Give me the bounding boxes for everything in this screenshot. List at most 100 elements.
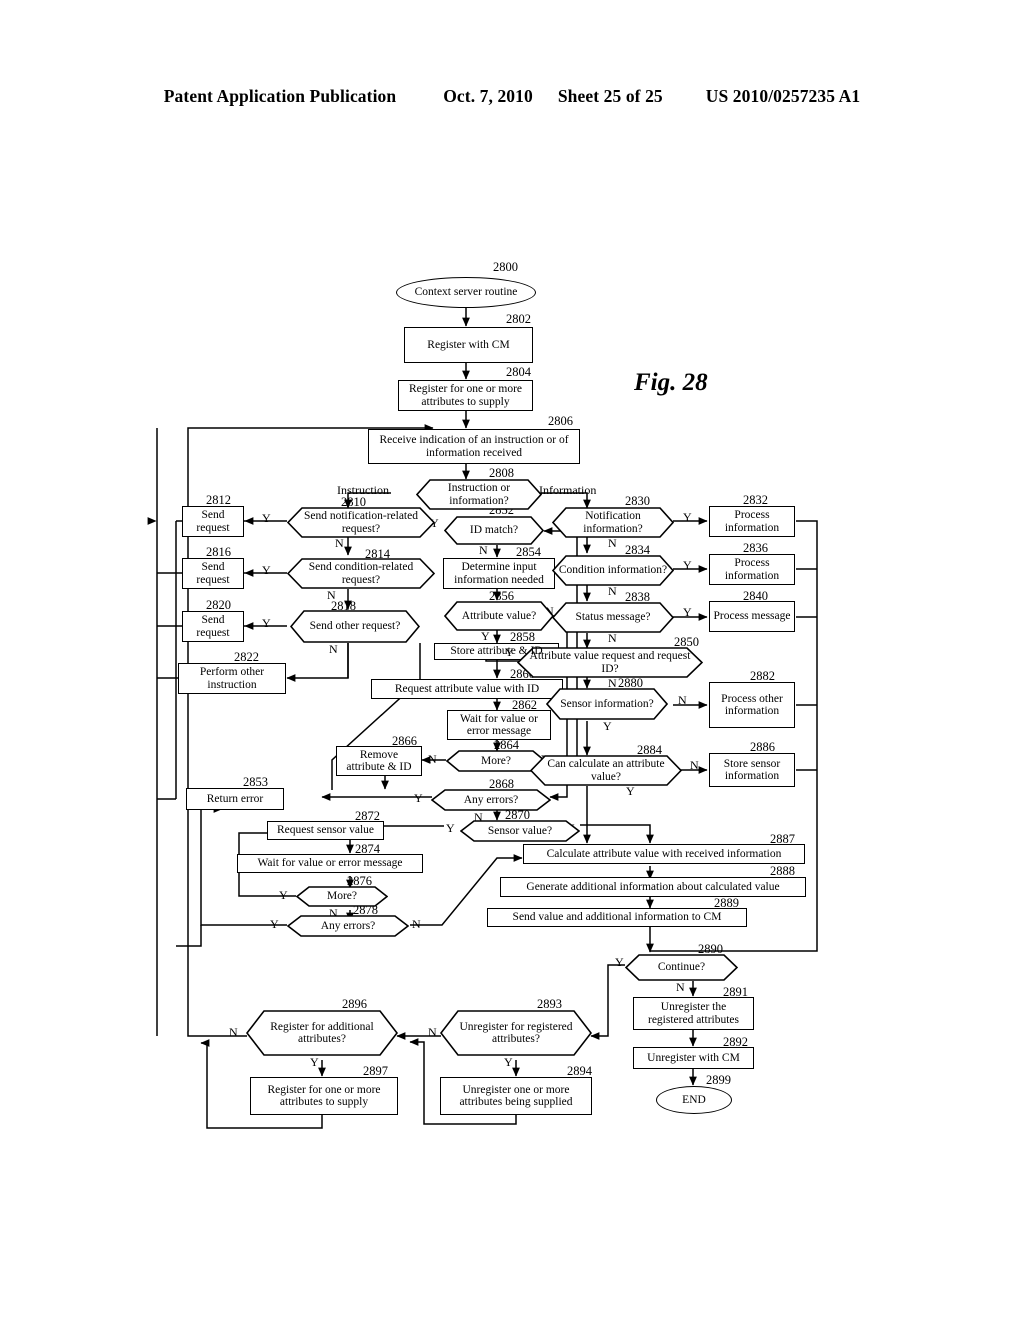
node-2810[interactable]: Send notification-related request? [286,507,436,538]
node-2896-label: Register for additional attributes? [270,1020,374,1045]
node-2838[interactable]: Status message? [551,602,675,633]
yn-2830-yes: Y [683,510,692,524]
node-2862[interactable]: Wait for value or error message [447,710,551,740]
node-2832[interactable]: Process information [709,506,795,537]
node-2899-label: END [682,1093,706,1106]
node-2802[interactable]: Register with CM [404,327,533,363]
node-2878[interactable]: Any errors? [286,915,410,937]
node-2812[interactable]: Send request [182,506,244,537]
yn-2884-yes: Y [626,784,635,798]
node-2854[interactable]: Determine input information needed [443,558,555,589]
node-2889[interactable]: Send value and additional information to… [487,908,747,927]
yn-2830-no: N [608,536,617,550]
node-2872[interactable]: Request sensor value [267,821,384,840]
node-2840-label: Process message [713,610,791,623]
node-2830[interactable]: Notification information? [551,507,675,538]
node-2889-label: Send value and additional information to… [512,911,722,924]
node-2870[interactable]: Sensor value? [459,820,581,842]
ref-2836: 2836 [743,541,768,555]
node-2820[interactable]: Send request [182,611,244,642]
yn-2856-yes: Y [481,629,490,643]
yn-2818-no: N [329,642,338,656]
ref-2892: 2892 [723,1035,748,1049]
node-2890[interactable]: Continue? [624,954,739,981]
node-2891-label: Unregister the registered attributes [647,1001,739,1026]
ref-2887: 2887 [770,832,795,846]
node-2882[interactable]: Process other information [709,682,795,728]
yn-2880-no: N [678,693,687,707]
node-2891[interactable]: Unregister the registered attributes [633,997,754,1030]
node-2866[interactable]: Remove attribute & ID [336,746,422,776]
node-2850[interactable]: Attribute value request and request ID? [516,647,704,678]
node-2852-label: ID match? [469,524,519,537]
node-2836[interactable]: Process information [709,554,795,585]
node-2810-label: Send notification-related request? [303,510,418,535]
yn-2852-no: N [479,543,488,557]
flowchart-connectors [156,307,818,1129]
ref-2894: 2894 [567,1064,592,1078]
node-2822[interactable]: Perform other instruction [178,663,286,694]
node-2806-label: Receive indication of an instruction or … [379,434,569,459]
node-2840[interactable]: Process message [709,601,795,632]
node-2874[interactable]: Wait for value or error message [237,854,423,873]
ref-2854: 2854 [516,545,541,559]
node-2822-label: Perform other instruction [199,666,265,691]
node-2899[interactable]: END [656,1086,732,1114]
node-2868[interactable]: Any errors? [430,789,552,811]
node-2836-label: Process information [724,557,780,582]
node-2876[interactable]: More? [295,886,389,907]
node-2834[interactable]: Condition information? [551,555,675,586]
yn-2890-yes: Y [615,955,624,969]
node-2878-label: Any errors? [320,919,376,932]
node-2864-label: More? [480,754,511,767]
node-2804[interactable]: Register for one or more attributes to s… [398,380,533,411]
node-2850-label: Attribute value request and request ID? [529,650,691,675]
node-2808[interactable]: Instruction or information? [415,479,543,510]
node-2897-label: Register for one or more attributes to s… [267,1083,381,1108]
ref-2802: 2802 [506,312,531,326]
node-2896[interactable]: Register for additional attributes? [245,1010,399,1056]
yn-2818-yes: Y [262,616,271,630]
node-2880-label: Sensor information? [560,697,654,710]
node-2852[interactable]: ID match? [443,516,545,545]
node-2860-label: Request attribute value with ID [394,682,540,695]
node-2834-label: Condition information? [558,564,668,577]
node-2897[interactable]: Register for one or more attributes to s… [250,1077,398,1115]
ref-2832: 2832 [743,493,768,507]
ref-2897: 2897 [363,1064,388,1078]
ref-2899: 2899 [706,1073,731,1087]
node-2804-label: Register for one or more attributes to s… [408,383,523,408]
node-2816-label: Send request [196,561,230,586]
ref-2862: 2862 [512,698,537,712]
node-2853[interactable]: Return error [186,788,284,810]
yn-2864-no: N [428,752,437,766]
node-2800[interactable]: Context server routine [396,277,536,308]
node-2888-label: Generate additional information about ca… [526,880,780,893]
node-2814[interactable]: Send condition-related request? [286,558,436,589]
node-2892[interactable]: Unregister with CM [633,1047,754,1069]
yn-2884-no: N [690,758,699,772]
ref-2886: 2886 [750,740,775,754]
ref-2804: 2804 [506,365,531,379]
node-2893[interactable]: Unregister for registered attributes? [439,1010,593,1056]
node-2894[interactable]: Unregister one or more attributes being … [440,1077,592,1115]
node-2816[interactable]: Send request [182,558,244,589]
node-2860[interactable]: Request attribute value with ID [371,679,563,699]
node-2884-label: Can calculate an attribute value? [547,758,665,783]
node-2856[interactable]: Attribute value? [443,601,555,631]
node-2894-label: Unregister one or more attributes being … [459,1083,573,1108]
node-2806[interactable]: Receive indication of an instruction or … [368,429,580,464]
node-2818[interactable]: Send other request? [289,610,421,643]
node-2887[interactable]: Calculate attribute value with received … [523,844,805,864]
yn-2810-yes: Y [262,511,271,525]
node-2800-label: Context server routine [414,286,518,299]
yn-2896-yes: Y [310,1055,319,1069]
ref-2853: 2853 [243,775,268,789]
node-2884[interactable]: Can calculate an attribute value? [529,755,683,786]
node-2880[interactable]: Sensor information? [545,688,669,720]
node-2886[interactable]: Store sensor information [709,753,795,787]
ref-2874: 2874 [355,842,380,856]
node-2888[interactable]: Generate additional information about ca… [500,877,806,897]
node-2866-label: Remove attribute & ID [346,748,412,773]
yn-2880-yes: Y [603,719,612,733]
